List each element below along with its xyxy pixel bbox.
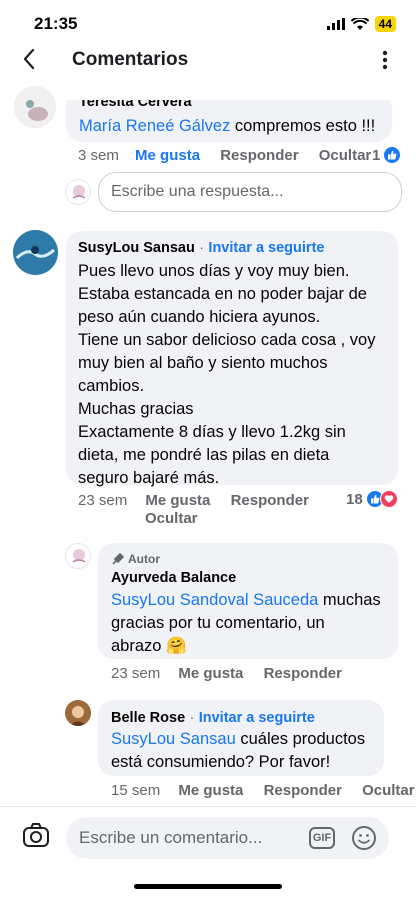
reaction-summary[interactable]: 18 [346, 490, 398, 508]
avatar[interactable] [65, 543, 91, 569]
comment-text: SusyLou Sansau cuáles productos está con… [111, 730, 366, 771]
like-button[interactable]: Me gusta [135, 147, 200, 164]
comment-text: Pues llevo unos días y voy muy bien. Est… [78, 262, 376, 487]
avatar[interactable] [65, 700, 91, 726]
back-arrow-icon[interactable] [22, 48, 46, 76]
reply-button[interactable]: Responder [264, 782, 342, 799]
hide-button[interactable]: Ocultar [362, 782, 415, 799]
hide-button[interactable]: Ocultar [145, 510, 198, 527]
love-reaction-icon [379, 490, 398, 508]
like-reaction-icon [383, 146, 402, 164]
status-time: 21:35 [34, 14, 78, 33]
like-button[interactable]: Me gusta [145, 491, 210, 510]
mention-link[interactable]: María Reneé Gálvez [79, 117, 230, 135]
comment-author[interactable]: SusyLou Sansau [78, 240, 195, 256]
signal-icon [326, 18, 345, 30]
comment-text: SusyLou Sandoval Sauceda muchas gracias … [111, 591, 381, 655]
comment-author[interactable]: Belle Rose [111, 710, 185, 726]
comment-actions: 3 sem Me gusta Responder Ocultar [78, 147, 371, 164]
comment-text: María Reneé Gálvez compremos esto !!! [79, 117, 376, 135]
comment-author[interactable]: Teresita Cervera [79, 100, 192, 110]
reply-button[interactable]: Responder [220, 147, 298, 164]
comment-input[interactable]: Escribe un comentario... GIF [66, 817, 389, 859]
comment-bubble: Belle Rose · Invitar a seguirte SusyLou … [98, 700, 384, 776]
mention-link[interactable]: SusyLou Sandoval Sauceda [111, 591, 318, 609]
status-icons: 44 [326, 16, 396, 32]
comment-time: 3 sem [78, 147, 119, 164]
wifi-icon [350, 17, 369, 30]
reply-button[interactable]: Responder [231, 491, 309, 510]
home-indicator [134, 884, 282, 889]
reaction-summary[interactable]: 1 [372, 146, 402, 164]
reaction-count: 18 [346, 490, 363, 508]
comment-time: 23 sem [78, 492, 128, 509]
avatar[interactable] [14, 86, 56, 128]
camera-icon[interactable] [22, 822, 50, 850]
comment-actions: 23 sem Me gusta Responder [111, 665, 342, 682]
author-badge: Autor [128, 552, 160, 566]
hide-button[interactable]: Ocultar [319, 147, 372, 164]
comment-bubble: Autor Ayurveda Balance SusyLou Sandoval … [98, 543, 398, 659]
comment-bubble: Teresita Cervera María Reneé Gálvez comp… [66, 100, 392, 142]
comment-actions: 23 sem Me gusta Responder [78, 491, 309, 510]
follow-invite-link[interactable]: Invitar a seguirte [208, 240, 324, 256]
gif-button[interactable]: GIF [309, 827, 335, 849]
avatar[interactable] [13, 230, 58, 275]
comment-time: 15 sem [111, 782, 161, 799]
like-button[interactable]: Me gusta [178, 665, 243, 682]
comment-time: 23 sem [111, 665, 161, 682]
reaction-count: 1 [372, 146, 381, 164]
reply-input[interactable]: Escribe una respuesta... [98, 172, 402, 212]
follow-invite-link[interactable]: Invitar a seguirte [199, 710, 315, 726]
emoji-icon[interactable] [351, 825, 377, 851]
page-title: Comentarios [72, 49, 189, 70]
comment-input-placeholder: Escribe un comentario... [79, 828, 263, 847]
reply-input-placeholder: Escribe una respuesta... [111, 183, 284, 200]
comment-bubble: SusyLou Sansau · Invitar a seguirte Pues… [66, 231, 398, 487]
comment-actions: 15 sem Me gusta Responder Ocultar [111, 782, 415, 799]
comment-author[interactable]: Ayurveda Balance [111, 570, 236, 586]
author-badge-icon [112, 552, 124, 565]
header: Comentarios [0, 40, 416, 84]
mention-link[interactable]: SusyLou Sansau [111, 730, 236, 748]
like-button[interactable]: Me gusta [178, 782, 243, 799]
more-options-icon[interactable] [382, 50, 390, 74]
avatar [65, 179, 91, 205]
reply-button[interactable]: Responder [264, 665, 342, 682]
comment-composer: Escribe un comentario... GIF [0, 806, 416, 868]
battery-indicator: 44 [374, 16, 396, 32]
